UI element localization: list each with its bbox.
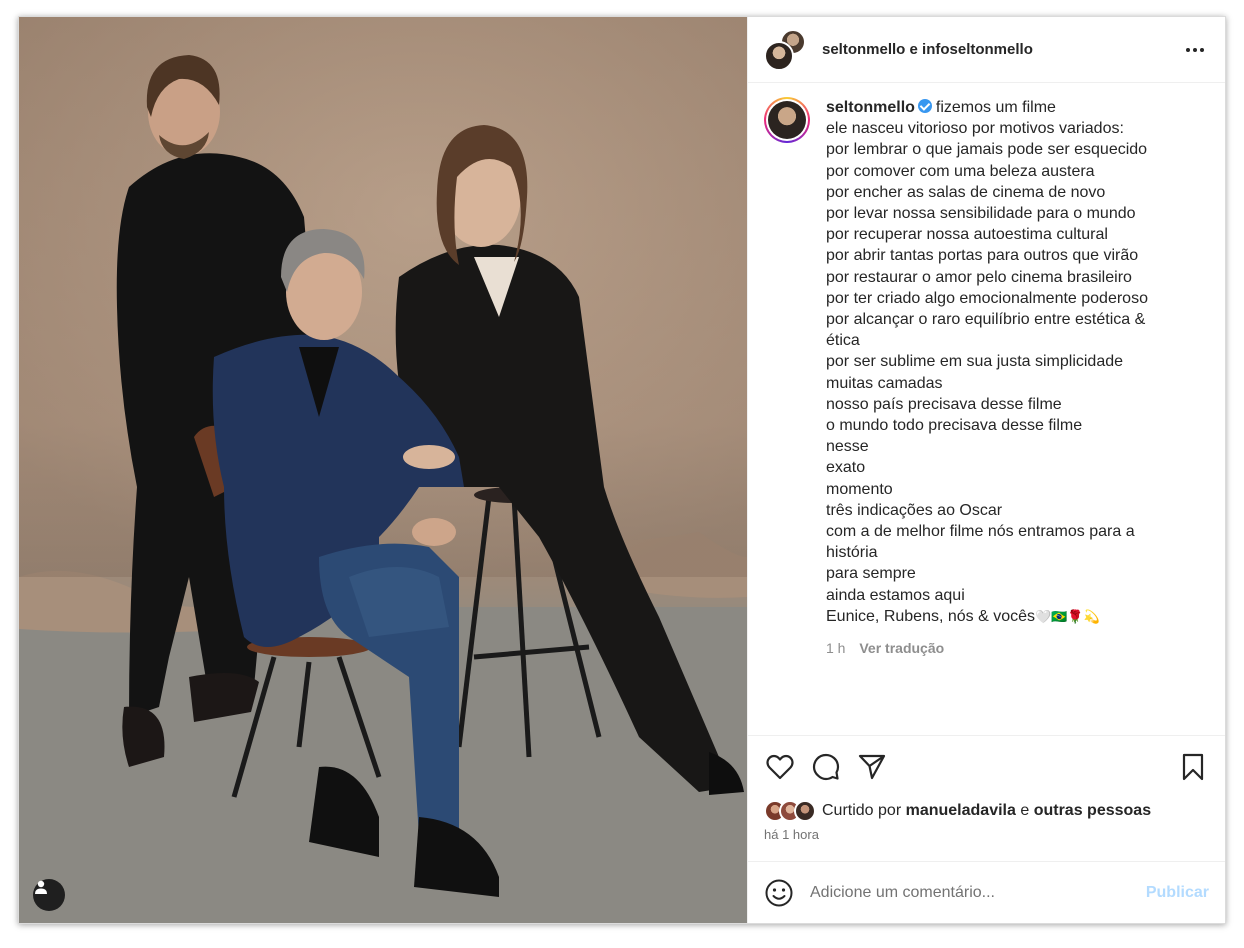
caption-meta: 1 h Ver tradução — [826, 638, 1209, 659]
caption-line: momento — [826, 480, 893, 498]
photo-illustration — [19, 17, 747, 923]
post-age: 1 h — [826, 640, 846, 657]
like-button[interactable] — [764, 751, 796, 783]
caption-last-line: Eunice, Rubens, nós & vocês — [826, 607, 1036, 625]
emoji-icon[interactable] — [764, 878, 794, 908]
caption-line: nosso país precisava desse filme — [826, 395, 1062, 413]
caption-line: exato — [826, 459, 866, 477]
person-icon — [35, 880, 47, 894]
caption-line: por ter criado algo emocionalmente poder… — [826, 289, 1148, 307]
caption-line: três indicações ao Oscar — [826, 501, 1003, 519]
caption-line: por restaurar o amor pelo cinema brasile… — [826, 268, 1132, 286]
avatar — [794, 800, 816, 822]
avatar — [764, 40, 794, 71]
comment-icon — [812, 753, 840, 780]
post-dialog: seltonmello e infoseltonmello seltonmell… — [18, 16, 1226, 924]
share-button[interactable] — [856, 751, 888, 783]
caption-text: seltonmello fizemos um filme ele nasceu v… — [826, 97, 1209, 735]
liker-avatars — [764, 800, 816, 822]
story-ring-avatar[interactable] — [764, 97, 810, 143]
see-translation-link[interactable]: Ver tradução — [859, 640, 944, 656]
caption-line: ainda estamos aqui — [826, 586, 965, 604]
more-horizontal-icon — [1186, 47, 1190, 52]
comment-composer: Publicar — [748, 861, 1225, 923]
liker-username[interactable]: manueladavila — [906, 802, 1016, 820]
collab-avatars[interactable] — [764, 28, 806, 71]
heart-icon — [766, 754, 794, 779]
caption-line: por ser sublime em sua justa simplicidad… — [826, 353, 1124, 371]
caption-line: por abrir tantas portas para outros que … — [826, 247, 1139, 265]
avatar — [768, 101, 806, 139]
comment-input[interactable] — [810, 883, 1146, 902]
comment-button[interactable] — [810, 751, 842, 783]
caption-line: nesse — [826, 438, 869, 456]
caption-line: por encher as salas de cinema de novo — [826, 183, 1106, 201]
caption-line: com a de melhor filme nós entramos para … — [826, 523, 1135, 541]
post-authors[interactable]: seltonmello e infoseltonmello — [822, 41, 1181, 58]
post-photo[interactable] — [19, 17, 747, 923]
caption-line: por comover com uma beleza austera — [826, 162, 1095, 180]
likes-others-link[interactable]: outras pessoas — [1034, 802, 1151, 820]
likes-summary: Curtido por manueladavila e outras pesso… — [748, 797, 1225, 825]
caption-line: por recuperar nossa autoestima cultural — [826, 226, 1108, 244]
action-bar — [748, 735, 1225, 797]
caption-area: seltonmello fizemos um filme ele nasceu v… — [748, 83, 1225, 735]
more-options-button[interactable] — [1181, 38, 1209, 62]
caption-line: para sempre — [826, 565, 916, 583]
post-timestamp: há 1 hora — [764, 827, 819, 842]
caption-line: ele nasceu vitorioso por motivos variado… — [826, 120, 1124, 138]
caption-first-line: fizemos um filme — [935, 99, 1056, 116]
post-header: seltonmello e infoseltonmello — [748, 17, 1225, 83]
post-side-panel: seltonmello e infoseltonmello seltonmell… — [747, 17, 1225, 923]
likes-prefix: Curtido por — [822, 802, 902, 819]
save-button[interactable] — [1177, 751, 1209, 783]
verified-badge-icon — [917, 99, 932, 113]
caption-line: por alcançar o raro equilíbrio entre est… — [826, 311, 1146, 329]
caption-line: por levar nossa sensibilidade para o mun… — [826, 205, 1136, 223]
caption-line: história — [826, 544, 878, 562]
send-icon — [858, 754, 886, 779]
caption-line: por lembrar o que jamais pode ser esquec… — [826, 141, 1148, 159]
tagged-users-button[interactable] — [33, 879, 65, 911]
bookmark-icon — [1182, 753, 1204, 780]
caption-line: ética — [826, 332, 860, 350]
publish-button[interactable]: Publicar — [1146, 884, 1209, 902]
caption-emoji: 🤍🇧🇷🌹💫 — [1035, 609, 1100, 625]
caption-username[interactable]: seltonmello — [826, 99, 915, 116]
likes-connector: e — [1020, 802, 1030, 819]
caption-line: o mundo todo precisava desse filme — [826, 417, 1083, 435]
caption-line: muitas camadas — [826, 374, 943, 392]
